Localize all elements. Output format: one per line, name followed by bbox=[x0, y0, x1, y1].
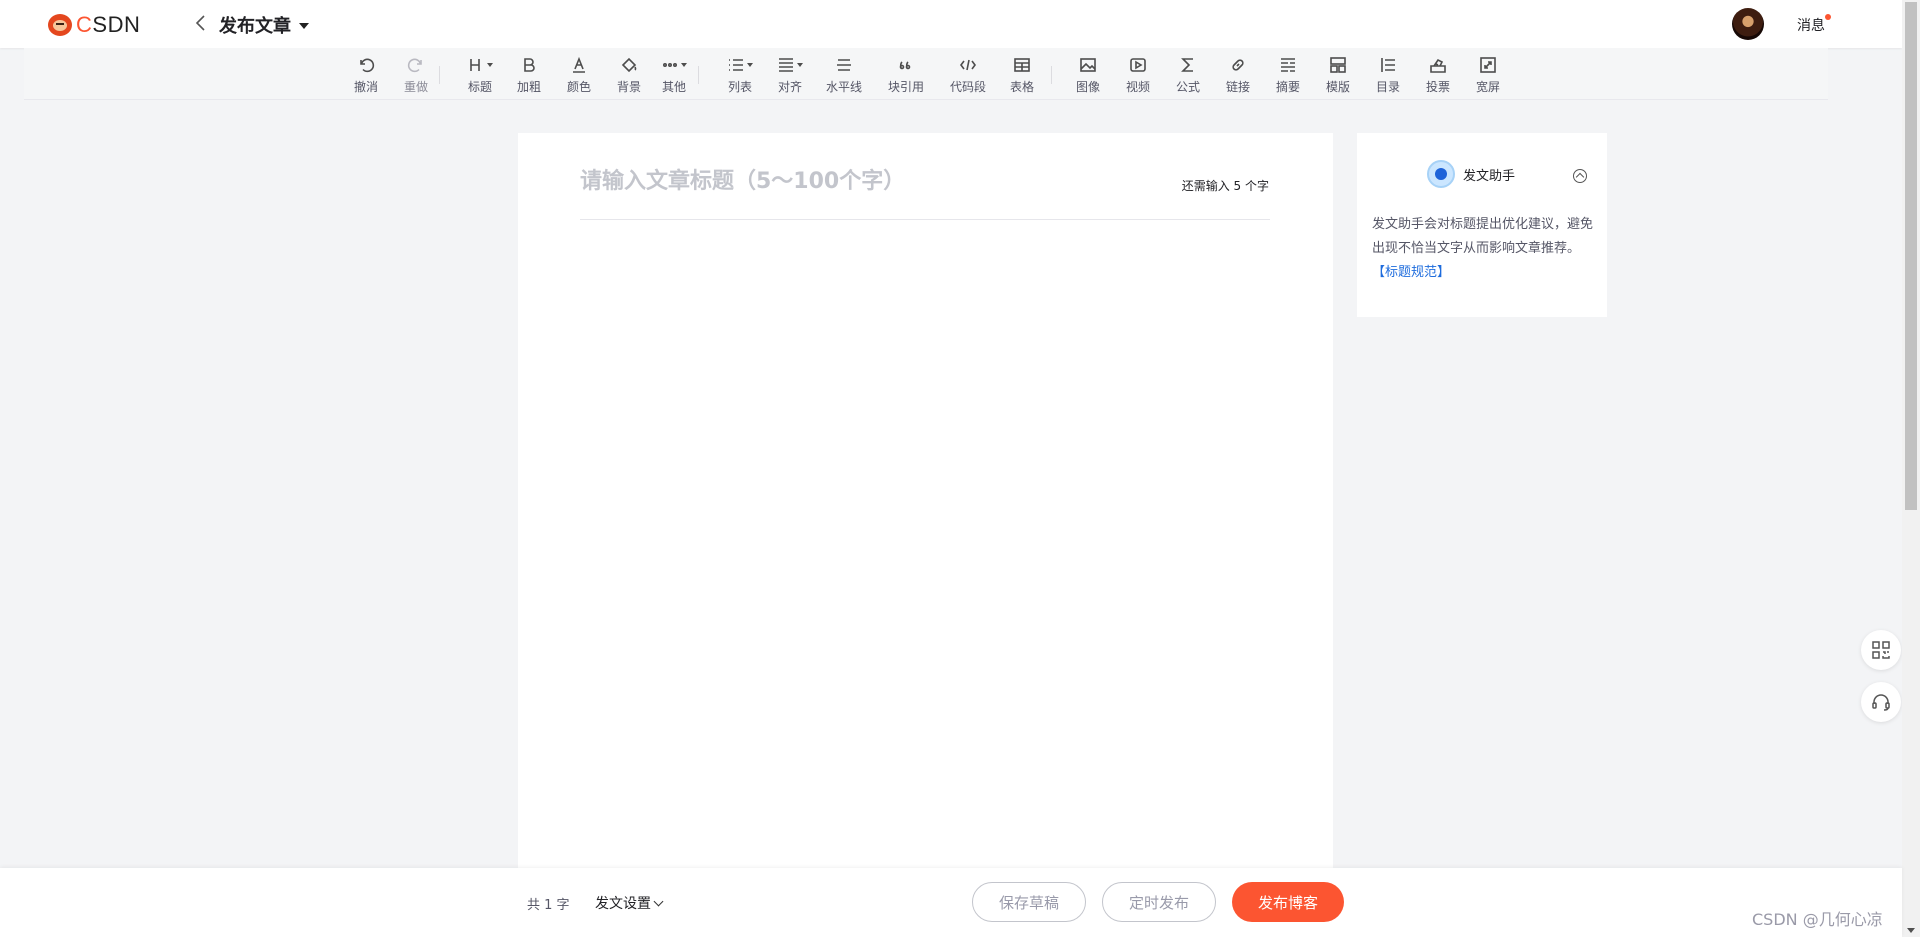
publish-settings-dropdown[interactable]: 发文设置 bbox=[595, 893, 664, 913]
paint-bucket-icon bbox=[620, 54, 638, 76]
text-color-icon bbox=[570, 54, 588, 76]
heading-icon bbox=[467, 54, 493, 76]
publish-blog-button[interactable]: 发布博客 bbox=[1232, 882, 1344, 922]
headset-icon bbox=[1872, 694, 1890, 711]
toolbar-divider bbox=[1051, 66, 1052, 84]
csdn-logo[interactable]: CSDN bbox=[48, 12, 140, 38]
toc-icon bbox=[1379, 54, 1397, 76]
align-button[interactable]: 对齐 bbox=[768, 54, 812, 96]
video-button[interactable]: 视频 bbox=[1116, 54, 1160, 96]
table-icon bbox=[1013, 54, 1031, 76]
article-body-editor[interactable] bbox=[580, 243, 1270, 843]
color-button[interactable]: 颜色 bbox=[557, 54, 601, 96]
vote-button[interactable]: 投票 bbox=[1416, 54, 1460, 96]
template-icon bbox=[1329, 54, 1347, 76]
redo-button[interactable]: 重做 bbox=[394, 54, 438, 96]
assistant-avatar-icon bbox=[1427, 160, 1455, 188]
list-button[interactable]: 列表 bbox=[718, 54, 762, 96]
image-button[interactable]: 图像 bbox=[1066, 54, 1110, 96]
title-divider bbox=[580, 219, 1270, 220]
more-button[interactable]: 其他 bbox=[652, 54, 696, 96]
article-title-input[interactable] bbox=[580, 163, 1180, 199]
link-button[interactable]: 链接 bbox=[1216, 54, 1260, 96]
toc-button[interactable]: 目录 bbox=[1366, 54, 1410, 96]
video-icon bbox=[1129, 54, 1147, 76]
code-block-button[interactable]: 代码段 bbox=[946, 54, 990, 96]
writing-assistant-panel: 发文助手 发文助手会对标题提出优化建议，避免出现不恰当文字从而影响文章推荐。 【… bbox=[1357, 133, 1607, 317]
page-title[interactable]: 发布文章 bbox=[219, 12, 309, 38]
top-header: CSDN 发布文章 消息 bbox=[0, 0, 1902, 48]
toolbar-divider bbox=[698, 66, 699, 84]
more-icon bbox=[661, 54, 687, 76]
formula-button[interactable]: 公式 bbox=[1166, 54, 1210, 96]
horizontal-line-button[interactable]: 水平线 bbox=[822, 54, 866, 96]
csdn-logo-icon bbox=[48, 14, 72, 36]
page-scrollbar[interactable] bbox=[1902, 0, 1920, 937]
scroll-down-icon[interactable] bbox=[1907, 928, 1915, 933]
sigma-icon bbox=[1179, 54, 1197, 76]
back-icon[interactable] bbox=[194, 13, 214, 35]
toolbar-divider bbox=[439, 66, 440, 84]
bold-button[interactable]: 加粗 bbox=[507, 54, 551, 96]
undo-icon bbox=[357, 54, 375, 76]
collapse-icon[interactable] bbox=[1573, 169, 1587, 183]
quote-button[interactable]: 块引用 bbox=[884, 54, 928, 96]
watermark: CSDN @几何心凉 bbox=[1752, 910, 1883, 929]
qr-code-button[interactable] bbox=[1861, 630, 1901, 670]
summary-button[interactable]: 摘要 bbox=[1266, 54, 1310, 96]
background-button[interactable]: 背景 bbox=[607, 54, 651, 96]
qr-code-icon bbox=[1872, 641, 1890, 659]
vote-icon bbox=[1429, 54, 1447, 76]
list-icon bbox=[727, 54, 753, 76]
customer-service-button[interactable] bbox=[1861, 682, 1901, 722]
bold-icon bbox=[520, 54, 538, 76]
assistant-title: 发文助手 bbox=[1463, 168, 1516, 184]
heading-button[interactable]: 标题 bbox=[458, 54, 502, 96]
schedule-publish-button[interactable]: 定时发布 bbox=[1102, 882, 1216, 922]
messages-link[interactable]: 消息 bbox=[1797, 14, 1831, 35]
logo-text: CSDN bbox=[76, 12, 141, 37]
page-title-text: 发布文章 bbox=[219, 16, 291, 37]
save-draft-button[interactable]: 保存草稿 bbox=[972, 882, 1086, 922]
editor-panel: 还需输入 5 个字 bbox=[518, 133, 1333, 868]
assistant-header: 发文助手 bbox=[1427, 160, 1515, 188]
horizontal-line-icon bbox=[835, 54, 853, 76]
align-icon bbox=[777, 54, 803, 76]
link-icon bbox=[1229, 54, 1247, 76]
table-button[interactable]: 表格 bbox=[1000, 54, 1044, 96]
notification-dot bbox=[1825, 14, 1831, 20]
title-guideline-link[interactable]: 【标题规范】 bbox=[1372, 265, 1450, 280]
bottom-bar: 共 1 字 发文设置 保存草稿 定时发布 发布博客 bbox=[0, 868, 1902, 937]
template-button[interactable]: 模版 bbox=[1316, 54, 1360, 96]
expand-icon bbox=[1479, 54, 1497, 76]
caret-down-icon bbox=[299, 23, 309, 29]
assistant-description: 发文助手会对标题提出优化建议，避免出现不恰当文字从而影响文章推荐。 【标题规范】 bbox=[1372, 217, 1594, 280]
word-count: 共 1 字 bbox=[527, 898, 570, 913]
scrollbar-thumb[interactable] bbox=[1905, 2, 1917, 510]
redo-icon bbox=[407, 54, 425, 76]
remaining-chars-hint: 还需输入 5 个字 bbox=[1181, 179, 1269, 193]
avatar[interactable] bbox=[1732, 8, 1764, 40]
code-icon bbox=[959, 54, 977, 76]
image-icon bbox=[1079, 54, 1097, 76]
quote-icon bbox=[897, 54, 915, 76]
widescreen-button[interactable]: 宽屏 bbox=[1466, 54, 1510, 96]
summary-icon bbox=[1279, 54, 1297, 76]
chevron-down-icon bbox=[653, 896, 664, 906]
editor-toolbar: 撤消 重做 标题 加粗 颜色 背景 其他 列表 对齐 水平线 块引用 代码段 表… bbox=[24, 48, 1828, 100]
undo-button[interactable]: 撤消 bbox=[344, 54, 388, 96]
